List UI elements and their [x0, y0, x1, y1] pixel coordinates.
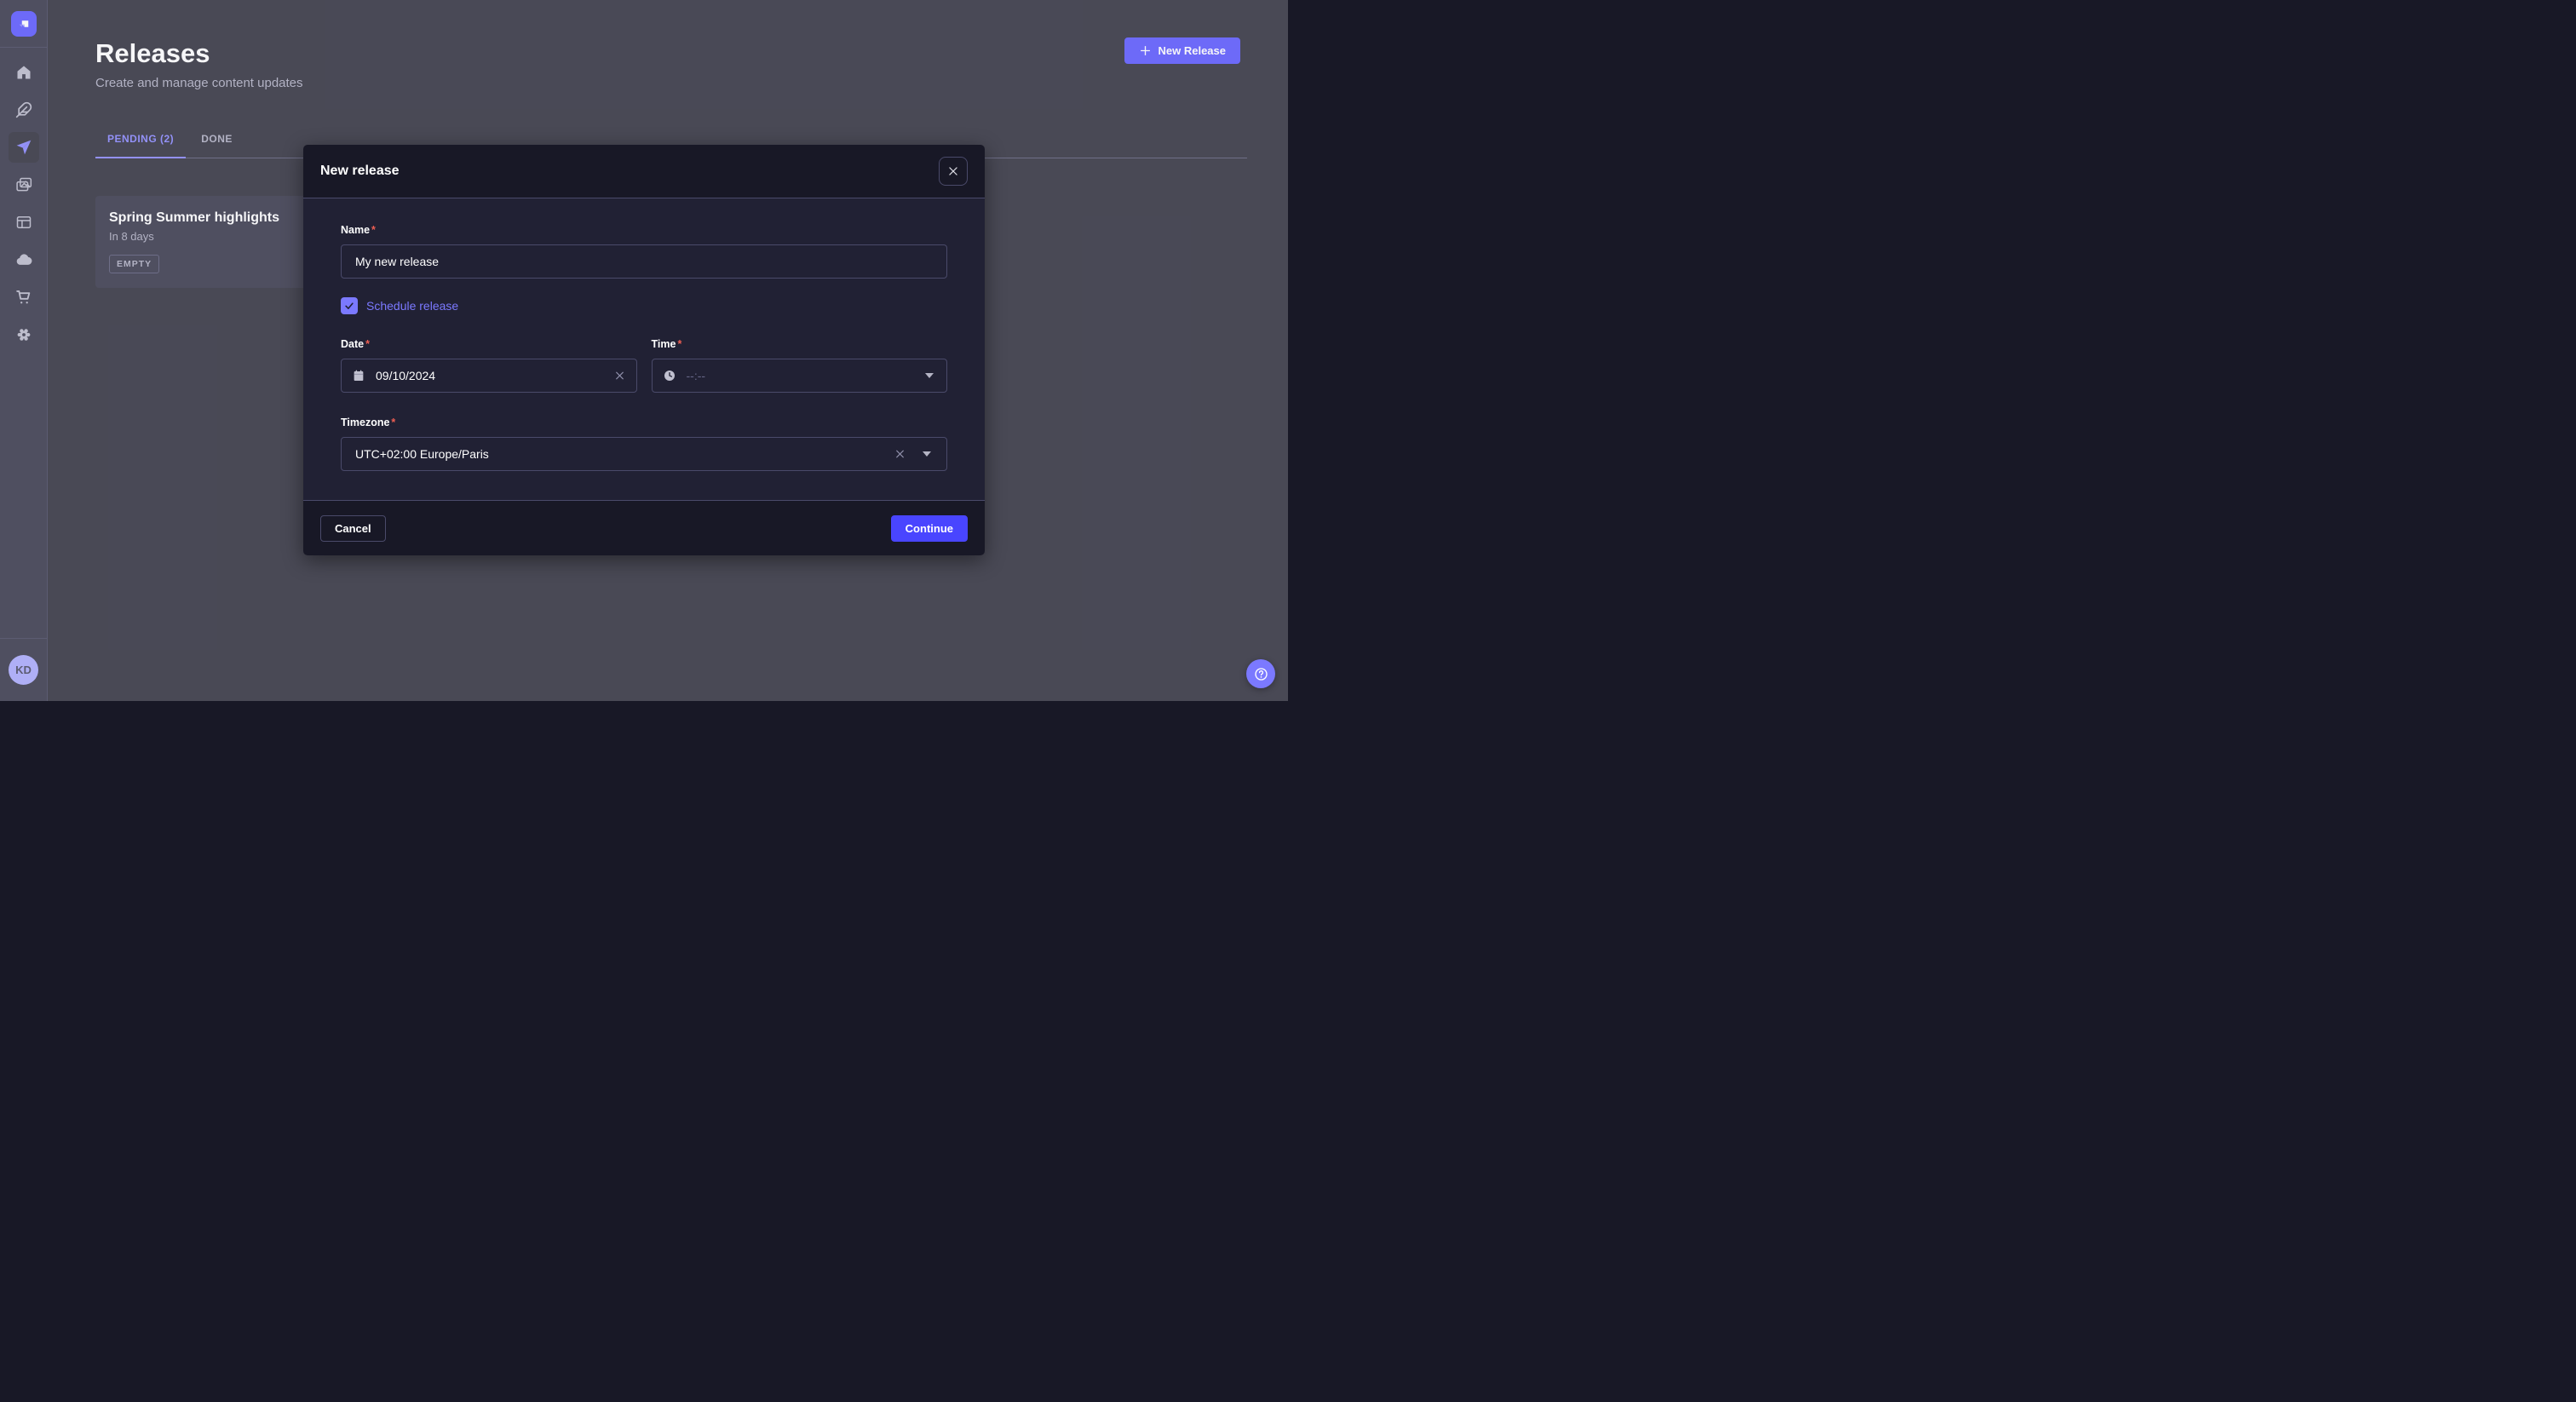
required-asterisk: *: [365, 338, 370, 350]
required-asterisk: *: [371, 224, 376, 236]
time-dropdown-caret-icon[interactable]: [925, 373, 934, 378]
time-label: Time*: [652, 336, 948, 352]
schedule-checkbox-label: Schedule release: [366, 299, 458, 313]
close-icon: [947, 165, 959, 177]
modal-body: Name* Schedule release Date*: [303, 198, 985, 500]
timezone-select[interactable]: UTC+02:00 Europe/Paris: [341, 437, 947, 471]
question-mark-icon: [1253, 666, 1269, 682]
name-input[interactable]: [341, 244, 947, 279]
cancel-button[interactable]: Cancel: [320, 515, 386, 542]
close-button[interactable]: [939, 157, 968, 186]
modal-header: New release: [303, 145, 985, 198]
date-label: Date*: [341, 336, 637, 352]
schedule-release-row[interactable]: Schedule release: [341, 297, 947, 314]
new-release-modal: New release Name* Schedule release: [303, 145, 985, 555]
schedule-checkbox[interactable]: [341, 297, 358, 314]
continue-button[interactable]: Continue: [891, 515, 968, 542]
calendar-icon: [352, 369, 365, 382]
help-button[interactable]: [1246, 659, 1275, 688]
timezone-clear-icon[interactable]: [894, 449, 906, 460]
time-field: Time*: [652, 336, 948, 393]
timezone-dropdown-caret-icon[interactable]: [923, 451, 931, 457]
timezone-field: Timezone* UTC+02:00 Europe/Paris: [341, 415, 947, 471]
modal-title: New release: [320, 164, 400, 179]
required-asterisk: *: [391, 417, 395, 428]
date-field: Date*: [341, 336, 637, 393]
time-input[interactable]: [652, 359, 948, 393]
modal-footer: Cancel Continue: [303, 500, 985, 555]
required-asterisk: *: [677, 338, 681, 350]
date-input[interactable]: [341, 359, 637, 393]
timezone-label: Timezone*: [341, 415, 947, 430]
clock-icon: [663, 369, 676, 382]
app-window: KD Releases Create and manage content up…: [0, 0, 1288, 701]
check-icon: [343, 300, 355, 312]
timezone-value: UTC+02:00 Europe/Paris: [355, 447, 489, 461]
date-clear-icon[interactable]: [614, 371, 625, 382]
name-label: Name*: [341, 222, 947, 238]
